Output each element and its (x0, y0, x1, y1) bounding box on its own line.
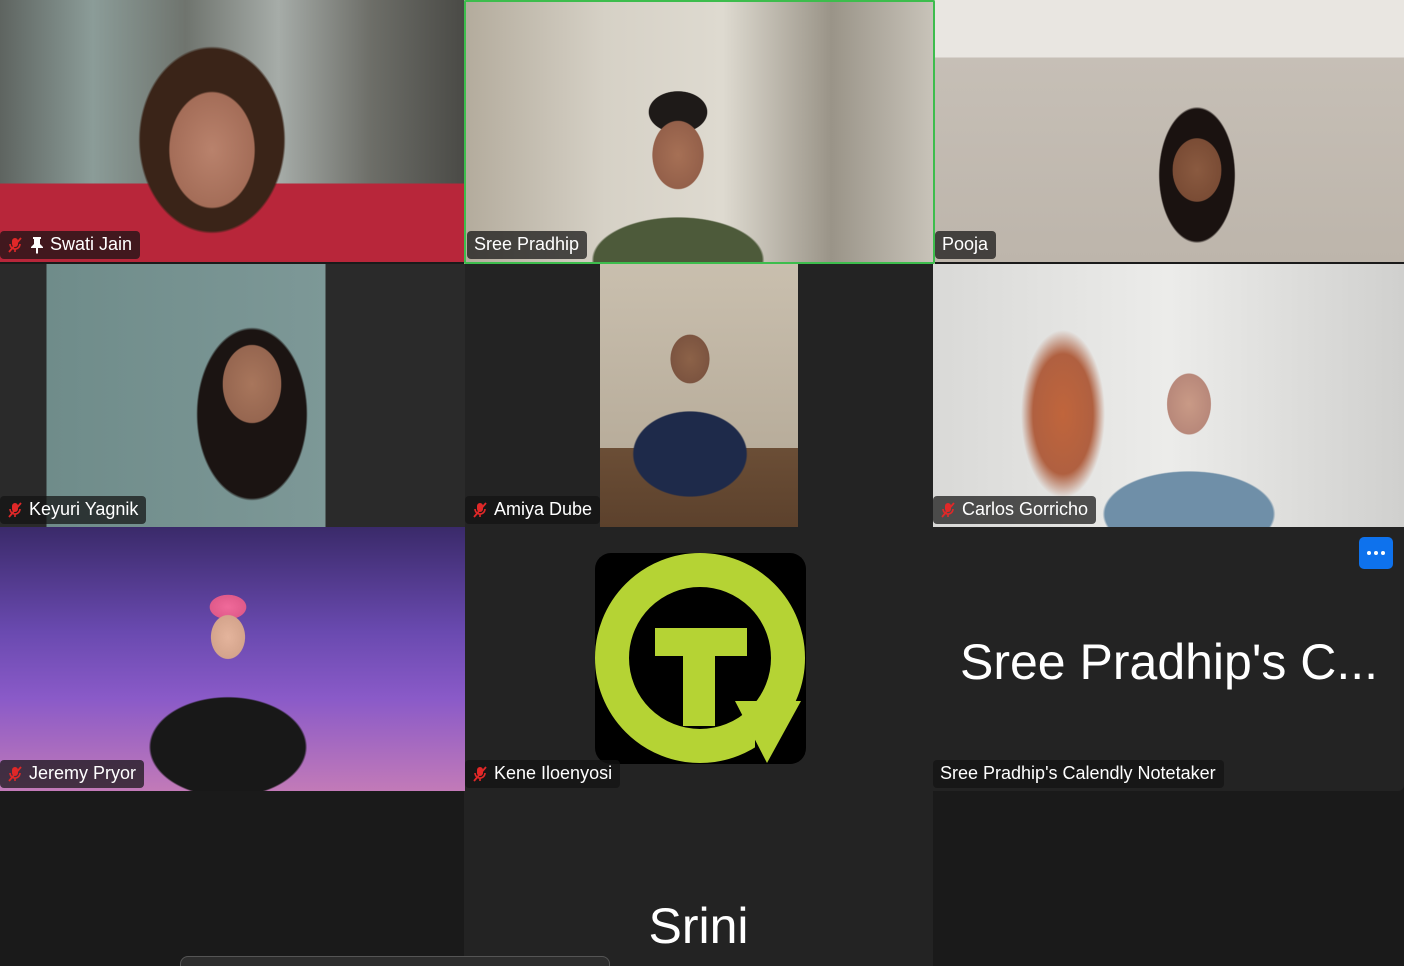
mic-muted-icon (473, 765, 487, 782)
participant-name: Keyuri Yagnik (29, 499, 139, 519)
video-tile-pooja[interactable]: Pooja (935, 0, 1404, 262)
video-tile-amiya-dube[interactable]: Amiya Dube (465, 264, 933, 527)
participant-video (0, 527, 465, 791)
participant-name: Jeremy Pryor (29, 763, 137, 783)
video-tile-sree-pradhip[interactable]: Sree Pradhip (464, 0, 935, 264)
video-tile-jeremy-pryor[interactable]: Jeremy Pryor (0, 527, 465, 791)
participant-name-tag: Keyuri Yagnik (0, 496, 147, 524)
participant-video (464, 0, 935, 264)
participant-video (600, 264, 798, 527)
participant-video (0, 264, 465, 527)
participant-video (933, 264, 1404, 527)
participant-name-tag: Pooja (935, 231, 997, 259)
mic-muted-icon (8, 236, 22, 253)
mic-muted-icon (8, 501, 22, 518)
video-tile-swati-jain[interactable]: Swati Jain (0, 0, 464, 262)
logo-icon (595, 553, 805, 764)
bottom-toolbar-edge (180, 956, 610, 966)
video-tile-calendly-notetaker[interactable]: Sree Pradhip's C... Sree Pradhip's Calen… (933, 527, 1404, 791)
participant-name-tag: Amiya Dube (465, 496, 601, 524)
participant-name: Carlos Gorricho (962, 499, 1089, 519)
participant-name-tag: Jeremy Pryor (0, 760, 145, 788)
mic-muted-icon (8, 765, 22, 782)
participant-name-tag: Kene Iloenyosi (465, 760, 621, 788)
video-tile-carlos-gorricho[interactable]: Carlos Gorricho (933, 264, 1404, 527)
more-options-button[interactable] (1359, 537, 1393, 569)
participant-name: Kene Iloenyosi (494, 763, 613, 783)
participant-display-name: Srini (648, 898, 749, 954)
participant-name: Amiya Dube (494, 499, 593, 519)
participant-video (0, 0, 464, 262)
participant-name: Swati Jain (50, 234, 133, 254)
participant-name: Sree Pradhip's Calendly Notetaker (940, 763, 1216, 783)
participant-name: Pooja (942, 234, 989, 254)
participant-name-tag: Sree Pradhip's Calendly Notetaker (933, 760, 1224, 788)
more-options-icon (1367, 551, 1385, 555)
participant-display-name: Sree Pradhip's C... (960, 634, 1379, 690)
pin-icon (31, 236, 43, 254)
participant-name-tag: Swati Jain (0, 231, 141, 259)
mic-muted-icon (941, 501, 955, 518)
participant-name: Sree Pradhip (474, 234, 580, 254)
video-tile-keyuri-yagnik[interactable]: Keyuri Yagnik (0, 264, 465, 527)
participant-name-tag: Sree Pradhip (467, 231, 588, 259)
video-tile-kene-iloenyosi[interactable]: Kene Iloenyosi (465, 527, 933, 791)
video-tile-srini[interactable]: Srini (464, 791, 933, 966)
profile-logo (595, 553, 806, 764)
participant-video (935, 0, 1404, 262)
mic-muted-icon (473, 501, 487, 518)
participant-name-tag: Carlos Gorricho (933, 496, 1097, 524)
